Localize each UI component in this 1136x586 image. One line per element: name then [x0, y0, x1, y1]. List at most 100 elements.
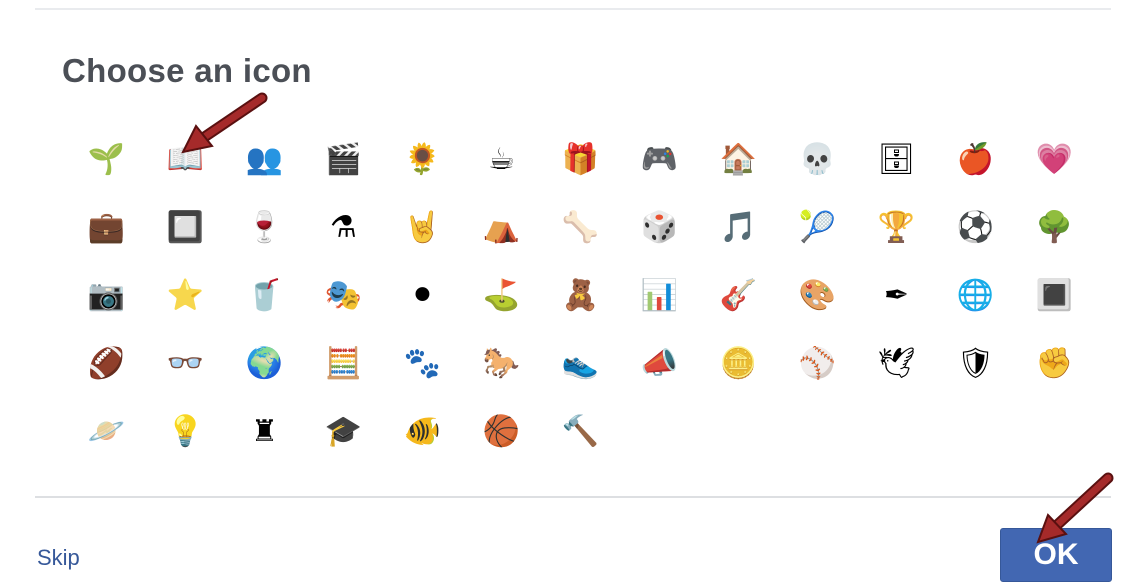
icon-option-wine-glass[interactable]: 🍷: [225, 194, 304, 262]
icon-option-game-controller[interactable]: 🎮: [620, 126, 699, 194]
football-icon: 🏈: [87, 346, 126, 381]
icon-option-presentation[interactable]: 📊: [620, 262, 699, 330]
house-icon: 🏠: [719, 142, 758, 177]
icon-option-chess-rook[interactable]: ♜: [225, 398, 304, 466]
icon-option-paw[interactable]: 🐾: [383, 330, 462, 398]
presentation-icon: 📊: [640, 278, 679, 313]
icon-option-palette[interactable]: 🎨: [778, 262, 857, 330]
ok-button[interactable]: OK: [1000, 528, 1112, 582]
golf-ball-icon: ⛳: [482, 278, 521, 313]
palette-icon: 🎨: [798, 278, 837, 313]
icon-option-calculator[interactable]: 🧮: [304, 330, 383, 398]
icon-option-basketball[interactable]: 🏀: [462, 398, 541, 466]
mug-icon: ☕: [488, 142, 515, 177]
icon-option-coin[interactable]: 🪙: [699, 330, 778, 398]
rock-hand-icon: 🤘: [403, 210, 442, 245]
sunflower-icon: 🌻: [403, 142, 442, 177]
icon-option-film[interactable]: 🎬: [304, 126, 383, 194]
icon-option-briefcase[interactable]: 💼: [67, 194, 146, 262]
icon-option-theater-masks[interactable]: 🎭: [304, 262, 383, 330]
glasses-icon: 👓: [166, 346, 205, 381]
icon-option-globe[interactable]: 🌍: [225, 330, 304, 398]
icon-option-skull[interactable]: 💀: [778, 126, 857, 194]
icon-option-gavel[interactable]: 🔨: [541, 398, 620, 466]
icon-option-lightbulb[interactable]: 💡: [146, 398, 225, 466]
icon-option-graduation-cap[interactable]: 🎓: [304, 398, 383, 466]
dice-icon: 🎲: [640, 210, 679, 245]
icon-option-tennis-ball[interactable]: 🎾: [778, 194, 857, 262]
red-cup-icon: 🥤: [245, 278, 284, 313]
icon-option-dice[interactable]: 🎲: [620, 194, 699, 262]
camera-icon: 📷: [87, 278, 126, 313]
icon-option-fishbowl[interactable]: 🐠: [383, 398, 462, 466]
footer-divider: [35, 496, 1111, 498]
film-icon: 🎬: [324, 142, 363, 177]
horse-icon: 🐎: [482, 346, 521, 381]
icon-option-camera[interactable]: 📷: [67, 262, 146, 330]
icon-option-rock-hand[interactable]: 🤘: [383, 194, 462, 262]
icon-option-bone[interactable]: 🦴: [541, 194, 620, 262]
icon-option-dove[interactable]: 🕊: [857, 330, 936, 398]
icon-option-tree[interactable]: 🌳: [1015, 194, 1094, 262]
icon-option-trophy[interactable]: 🏆: [857, 194, 936, 262]
icon-option-music-note[interactable]: 🎵: [699, 194, 778, 262]
icon-option-sneaker[interactable]: 👟: [541, 330, 620, 398]
icon-option-football[interactable]: 🏈: [67, 330, 146, 398]
flask-icon: ⚗: [330, 210, 357, 245]
icon-option-shield[interactable]: 🛡: [936, 330, 1015, 398]
top-divider: [35, 8, 1111, 10]
icon-option-flask[interactable]: ⚗: [304, 194, 383, 262]
icon-option-soccer-ball[interactable]: ⚽: [936, 194, 1015, 262]
icon-option-pie-chart[interactable]: 🌐: [936, 262, 1015, 330]
icon-option-apple[interactable]: 🍎: [936, 126, 1015, 194]
icon-option-guitar[interactable]: 🎸: [699, 262, 778, 330]
tree-icon: 🌳: [1035, 210, 1074, 245]
frame-icon: 🔳: [1035, 278, 1074, 313]
icon-option-plant[interactable]: 🌱: [67, 126, 146, 194]
people-board-icon: 👥: [245, 142, 284, 177]
paw-icon: 🐾: [403, 346, 442, 381]
icon-option-glasses[interactable]: 👓: [146, 330, 225, 398]
icon-option-hockey-puck[interactable]: ⚫: [383, 262, 462, 330]
planet-icon: 🪐: [87, 414, 126, 449]
icon-option-horse[interactable]: 🐎: [462, 330, 541, 398]
icon-option-heart[interactable]: 💗: [1015, 126, 1094, 194]
icon-option-golf-ball[interactable]: ⛳: [462, 262, 541, 330]
guitar-icon: 🎸: [719, 278, 758, 313]
icon-option-mug[interactable]: ☕: [462, 126, 541, 194]
icon-option-frame[interactable]: 🔳: [1015, 262, 1094, 330]
icon-option-megaphone[interactable]: 📣: [620, 330, 699, 398]
icon-option-quill[interactable]: ✒: [857, 262, 936, 330]
tennis-ball-icon: 🎾: [798, 210, 837, 245]
icon-option-fist[interactable]: ✊: [1015, 330, 1094, 398]
icon-option-red-cup[interactable]: 🥤: [225, 262, 304, 330]
music-note-icon: 🎵: [719, 210, 758, 245]
game-controller-icon: 🎮: [640, 142, 679, 177]
pie-chart-icon: 🌐: [956, 278, 995, 313]
icon-option-baseball[interactable]: ⚾: [778, 330, 857, 398]
icon-option-people-board[interactable]: 👥: [225, 126, 304, 194]
star-badge-icon: ⭐: [166, 278, 205, 313]
icon-option-teddy-bear[interactable]: 🧸: [541, 262, 620, 330]
icon-option-tent[interactable]: ⛺: [462, 194, 541, 262]
briefcase-icon: 💼: [87, 210, 126, 245]
icon-option-bookshelf[interactable]: 🗄: [857, 126, 936, 194]
icon-option-book[interactable]: 📖: [146, 126, 225, 194]
icon-option-chip[interactable]: 🔲: [146, 194, 225, 262]
calculator-icon: 🧮: [324, 346, 363, 381]
coin-icon: 🪙: [719, 346, 758, 381]
chess-rook-icon: ♜: [251, 414, 278, 449]
icon-option-planet[interactable]: 🪐: [67, 398, 146, 466]
megaphone-icon: 📣: [640, 346, 679, 381]
tent-icon: ⛺: [482, 210, 521, 245]
icon-option-gift[interactable]: 🎁: [541, 126, 620, 194]
icon-option-star-badge[interactable]: ⭐: [146, 262, 225, 330]
bone-icon: 🦴: [561, 210, 600, 245]
icon-option-house[interactable]: 🏠: [699, 126, 778, 194]
baseball-icon: ⚾: [798, 346, 837, 381]
skip-link[interactable]: Skip: [37, 545, 80, 571]
graduation-cap-icon: 🎓: [324, 414, 363, 449]
icon-grid: 🌱 📖 👥 🎬 🌻 ☕ 🎁 🎮 🏠 💀 🗄 🍎 💗 💼 🔲 🍷 ⚗ 🤘 ⛺ 🦴 🎲 🎵 🎾 🏆 ⚽ 🌳 📷 ⭐ 🥤 🎭 ⚫ ⛳ 🧸 📊 🎸 🎨 ✒ 🌐 🔳 🏈…: [67, 126, 1094, 466]
icon-option-sunflower[interactable]: 🌻: [383, 126, 462, 194]
teddy-bear-icon: 🧸: [561, 278, 600, 313]
